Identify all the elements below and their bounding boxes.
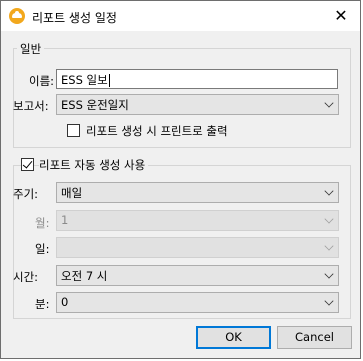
day-label: 일: [35, 242, 50, 256]
chevron-down-icon [324, 269, 334, 279]
checkmark-icon [22, 158, 33, 169]
auto-generate-label[interactable]: 리포트 자동 생성 사용 [39, 157, 149, 173]
report-label: 보고서: [13, 99, 49, 113]
time-select-value: 오전 7 시 [61, 269, 108, 283]
report-select[interactable]: ESS 운전일지 [56, 94, 339, 115]
period-select-value: 매일 [61, 186, 83, 200]
period-select[interactable]: 매일 [56, 182, 339, 203]
month-select-value: 1 [61, 213, 69, 227]
auto-generate-checkbox[interactable] [21, 158, 34, 171]
minute-select-value: 0 [61, 295, 69, 309]
time-select[interactable]: 오전 7 시 [56, 265, 339, 286]
title-bar: 리포트 생성 일정 ✕ [1, 1, 360, 31]
minute-label: 분: [35, 297, 50, 311]
chevron-down-icon [324, 214, 334, 224]
name-input[interactable]: ESS 일보 [56, 69, 338, 89]
app-icon [9, 8, 25, 24]
report-select-value: ESS 운전일지 [61, 98, 129, 112]
window-title: 리포트 생성 일정 [32, 11, 117, 25]
month-label: 월: [35, 216, 50, 230]
chevron-down-icon [324, 241, 334, 251]
month-select[interactable]: 1 [56, 210, 339, 231]
chevron-down-icon [324, 186, 334, 196]
cancel-button[interactable]: Cancel [277, 326, 352, 349]
chevron-down-icon [324, 98, 334, 108]
time-label: 시간: [13, 270, 39, 284]
ok-button[interactable]: OK [196, 326, 271, 349]
name-label: 이름: [29, 74, 55, 88]
minute-select[interactable]: 0 [56, 292, 339, 313]
text-caret [108, 74, 110, 87]
name-input-value: ESS 일보 [61, 73, 108, 87]
general-group-title: 일반 [17, 41, 45, 57]
period-label: 주기: [13, 187, 39, 201]
chevron-down-icon [324, 296, 334, 306]
dialog-window: 리포트 생성 일정 ✕ 일반 이름: ESS 일보 보고서: ESS 운전일지 … [0, 0, 361, 359]
day-select[interactable] [56, 237, 339, 258]
print-checkbox-label[interactable]: 리포트 생성 시 프린트로 출력 [86, 123, 228, 139]
print-checkbox[interactable] [67, 124, 80, 137]
close-icon[interactable]: ✕ [330, 5, 352, 27]
